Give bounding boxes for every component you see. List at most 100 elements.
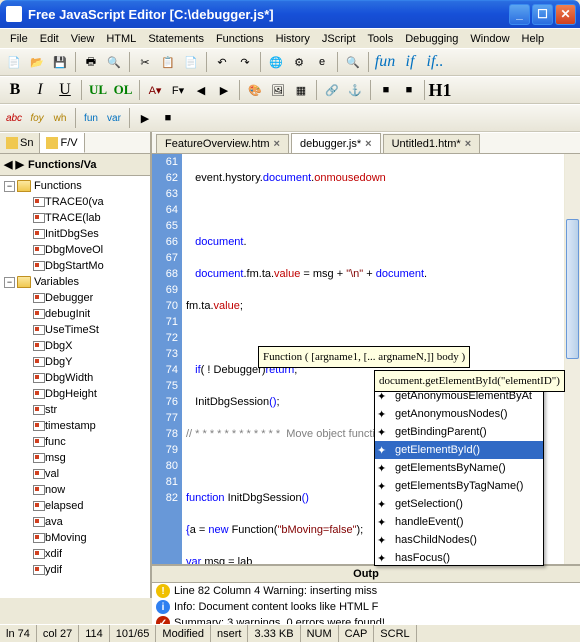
copy-icon[interactable]: 📋: [158, 52, 178, 72]
ol-button[interactable]: OL: [112, 80, 134, 100]
menu-functions[interactable]: Functions: [210, 31, 270, 47]
cut-icon[interactable]: ✂: [135, 52, 155, 72]
autocomplete-item[interactable]: ✦hasFocus(): [375, 549, 543, 566]
if-label[interactable]: if: [399, 52, 421, 72]
image-icon[interactable]: 🖼: [268, 80, 288, 100]
tree-expander[interactable]: −: [4, 277, 15, 288]
autocomplete-item[interactable]: ✦handleEvent(): [375, 513, 543, 531]
tree-item[interactable]: DbgX: [45, 340, 73, 352]
indent-right-icon[interactable]: ▶: [214, 80, 234, 100]
tree-item[interactable]: now: [45, 484, 65, 496]
find-icon[interactable]: 🔍: [343, 52, 363, 72]
tree-item[interactable]: Debugger: [45, 292, 93, 304]
heading-icon[interactable]: H1: [430, 80, 450, 100]
tab-close-icon[interactable]: ×: [274, 138, 280, 150]
menu-view[interactable]: View: [65, 31, 101, 47]
tree-item[interactable]: bMoving: [45, 532, 87, 544]
tree-expander[interactable]: −: [4, 181, 15, 192]
tag-f-icon[interactable]: F▾: [168, 80, 188, 100]
side-tab-F/V[interactable]: F/V: [40, 133, 84, 153]
dbg1-icon[interactable]: ▶: [135, 108, 155, 128]
tree-item[interactable]: ydif: [45, 564, 62, 576]
editor-tab[interactable]: FeatureOverview.htm×: [156, 134, 289, 153]
tree-folder-label[interactable]: Functions: [34, 180, 82, 192]
whi-icon[interactable]: wh: [50, 108, 70, 128]
tree-item[interactable]: DbgY: [45, 356, 73, 368]
tree-item[interactable]: UseTimeSt: [45, 324, 99, 336]
open-icon[interactable]: 📂: [27, 52, 47, 72]
indent-left-icon[interactable]: ◀: [191, 80, 211, 100]
tree-item[interactable]: ava: [45, 516, 63, 528]
tree-item[interactable]: InitDbgSes: [45, 228, 99, 240]
if2-label[interactable]: if..: [424, 52, 446, 72]
redo-icon[interactable]: ↷: [235, 52, 255, 72]
autocomplete-item[interactable]: ✦getSelection(): [375, 495, 543, 513]
new-icon[interactable]: 📄: [4, 52, 24, 72]
browser-icon[interactable]: e: [312, 52, 332, 72]
undo-icon[interactable]: ↶: [212, 52, 232, 72]
tree-item[interactable]: TRACE(lab: [45, 212, 101, 224]
autocomplete-item[interactable]: ✦getAnonymousNodes(): [375, 405, 543, 423]
link-icon[interactable]: 🔗: [322, 80, 342, 100]
tree-item[interactable]: msg: [45, 452, 66, 464]
paste-icon[interactable]: 📄: [181, 52, 201, 72]
output-line[interactable]: !Line 82 Column 4 Warning: inserting mis…: [152, 583, 580, 599]
save-icon[interactable]: 💾: [50, 52, 70, 72]
menu-debugging[interactable]: Debugging: [399, 31, 464, 47]
ul-button[interactable]: UL: [87, 80, 109, 100]
table-icon[interactable]: ▦: [291, 80, 311, 100]
preview-icon[interactable]: 🔍: [104, 52, 124, 72]
tree-item[interactable]: val: [45, 468, 59, 480]
color-icon[interactable]: 🎨: [245, 80, 265, 100]
menu-statements[interactable]: Statements: [142, 31, 210, 47]
editor-tab[interactable]: Untitled1.htm*×: [383, 134, 481, 153]
menu-history[interactable]: History: [270, 31, 316, 47]
tree-item[interactable]: str: [45, 404, 57, 416]
menu-jscript[interactable]: JScript: [316, 31, 362, 47]
menu-window[interactable]: Window: [464, 31, 515, 47]
fun-label[interactable]: fun: [374, 52, 396, 72]
menu-help[interactable]: Help: [516, 31, 551, 47]
tree-item[interactable]: timestamp: [45, 420, 96, 432]
tree-item[interactable]: TRACE0(va: [45, 196, 104, 208]
bold-button[interactable]: B: [4, 80, 26, 100]
for-icon[interactable]: foy: [27, 108, 47, 128]
autocomplete-item[interactable]: ✦getBindingParent(): [375, 423, 543, 441]
autocomplete-item[interactable]: ✦hasChildNodes(): [375, 531, 543, 549]
menu-tools[interactable]: Tools: [362, 31, 400, 47]
tool-icon[interactable]: ⚙: [289, 52, 309, 72]
maximize-button[interactable]: ☐: [532, 4, 553, 25]
abc-icon[interactable]: abc: [4, 108, 24, 128]
menu-html[interactable]: HTML: [100, 31, 142, 47]
tree-item[interactable]: func: [45, 436, 66, 448]
tree-item[interactable]: DbgMoveOl: [45, 244, 103, 256]
print-icon[interactable]: 🖶: [81, 52, 101, 72]
tab-close-icon[interactable]: ×: [465, 138, 471, 150]
scrollbar-vertical[interactable]: [564, 154, 580, 598]
tree-item[interactable]: DbgWidth: [45, 372, 93, 384]
tool3-icon[interactable]: ■: [399, 80, 419, 100]
tree-item[interactable]: debugInit: [45, 308, 90, 320]
side-tab-Sn[interactable]: Sn: [0, 133, 40, 153]
code-text[interactable]: event.hystory.document.onmousedown docum…: [182, 154, 580, 598]
italic-button[interactable]: I: [29, 80, 51, 100]
close-button[interactable]: ✕: [555, 4, 576, 25]
dbg2-icon[interactable]: ■: [158, 108, 178, 128]
code-area[interactable]: 6162636465666768697071727374757677787980…: [152, 154, 580, 598]
tree-item[interactable]: xdif: [45, 548, 62, 560]
tool2-icon[interactable]: ■: [376, 80, 396, 100]
globe-icon[interactable]: 🌐: [266, 52, 286, 72]
autocomplete-popup[interactable]: ✦getAnonymousElementByAt✦getAnonymousNod…: [374, 386, 544, 566]
fun2-icon[interactable]: fun: [81, 108, 101, 128]
tree-item[interactable]: DbgStartMo: [45, 260, 104, 272]
tree-item[interactable]: elapsed: [45, 500, 84, 512]
tag-a-icon[interactable]: A▾: [145, 80, 165, 100]
output-line[interactable]: iInfo: Document content looks like HTML …: [152, 599, 580, 615]
minimize-button[interactable]: _: [509, 4, 530, 25]
autocomplete-item[interactable]: ✦getElementsByName(): [375, 459, 543, 477]
anchor-icon[interactable]: ⚓: [345, 80, 365, 100]
scrollbar-thumb[interactable]: [566, 219, 579, 359]
underline-button[interactable]: U: [54, 80, 76, 100]
tab-close-icon[interactable]: ×: [365, 138, 371, 150]
autocomplete-item[interactable]: ✦getElementsByTagName(): [375, 477, 543, 495]
